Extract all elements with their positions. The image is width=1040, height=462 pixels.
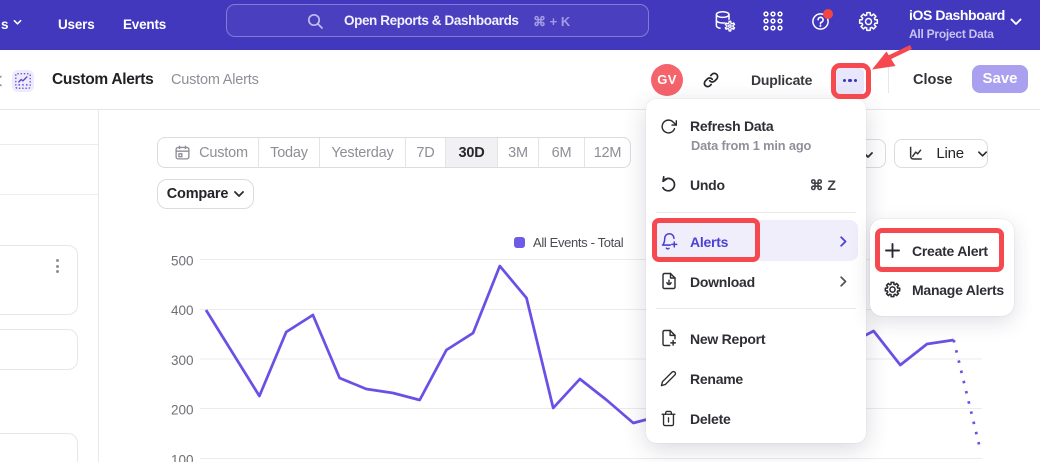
- svg-text:100: 100: [171, 452, 194, 462]
- svg-text:All Events - Total: All Events - Total: [533, 235, 624, 250]
- svg-text:500: 500: [171, 254, 194, 269]
- svg-text:400: 400: [171, 303, 194, 318]
- svg-text:200: 200: [171, 403, 194, 418]
- svg-text:300: 300: [171, 353, 194, 368]
